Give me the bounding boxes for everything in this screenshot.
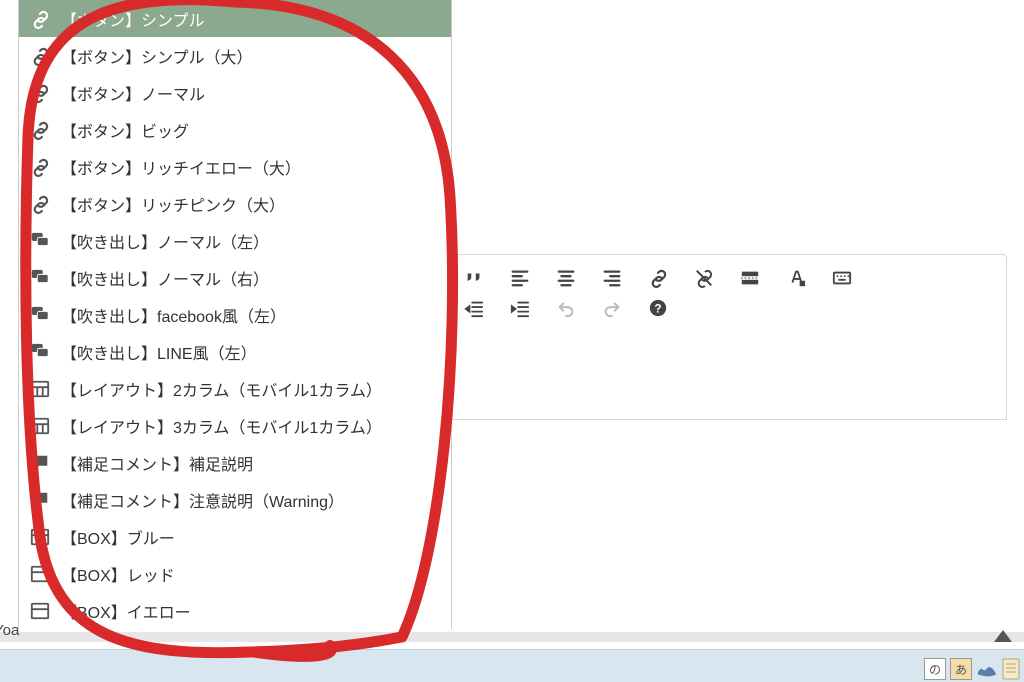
tray-birds-icon[interactable] bbox=[976, 659, 998, 679]
menu-item-13[interactable]: 【補足コメント】注意説明（Warning） bbox=[19, 481, 451, 518]
link-icon bbox=[29, 8, 51, 30]
menu-item-15[interactable]: 【BOX】レッド bbox=[19, 555, 451, 592]
link-icon bbox=[29, 156, 51, 178]
grid-icon bbox=[29, 415, 51, 437]
menu-item-label: 【ボタン】ノーマル bbox=[61, 81, 205, 105]
menu-item-0[interactable]: 【ボタン】シンプル bbox=[19, 0, 451, 37]
menu-item-label: 【吹き出し】ノーマル（右） bbox=[61, 266, 269, 290]
menu-item-4[interactable]: 【ボタン】リッチイエロー（大） bbox=[19, 148, 451, 185]
unlink-button[interactable] bbox=[693, 267, 715, 289]
menu-item-10[interactable]: 【レイアウト】2カラム（モバイル1カラム） bbox=[19, 370, 451, 407]
menu-item-1[interactable]: 【ボタン】シンプル（大） bbox=[19, 37, 451, 74]
text-color-button[interactable] bbox=[785, 267, 807, 289]
chat-icon bbox=[29, 230, 51, 252]
menu-item-14[interactable]: 【BOX】ブルー bbox=[19, 518, 451, 555]
menu-item-label: 【吹き出し】LINE風（左） bbox=[61, 340, 257, 364]
divider-strip bbox=[0, 632, 1024, 642]
system-tray: の あ bbox=[924, 658, 1020, 680]
help-button[interactable]: ? bbox=[647, 297, 669, 319]
menu-item-label: 【レイアウト】3カラム（モバイル1カラム） bbox=[61, 414, 382, 438]
chat-icon bbox=[29, 304, 51, 326]
taskbar: の あ bbox=[0, 649, 1024, 682]
link-icon bbox=[29, 82, 51, 104]
editor-toolbar: ? bbox=[452, 254, 1007, 332]
comment-icon bbox=[29, 489, 51, 511]
svg-text:?: ? bbox=[654, 302, 661, 316]
menu-item-9[interactable]: 【吹き出し】LINE風（左） bbox=[19, 333, 451, 370]
redo-button[interactable] bbox=[601, 297, 623, 319]
box-icon bbox=[29, 526, 51, 548]
menu-item-label: 【ボタン】シンプル bbox=[61, 7, 205, 31]
box-icon bbox=[29, 563, 51, 585]
menu-item-6[interactable]: 【吹き出し】ノーマル（左） bbox=[19, 222, 451, 259]
scroll-to-top-button[interactable] bbox=[994, 630, 1012, 642]
menu-item-label: 【BOX】レッド bbox=[61, 562, 175, 586]
chat-icon bbox=[29, 267, 51, 289]
align-left-button[interactable] bbox=[509, 267, 531, 289]
chat-icon bbox=[29, 341, 51, 363]
menu-item-label: 【補足コメント】補足説明 bbox=[61, 451, 253, 475]
tray-document-icon[interactable] bbox=[1002, 658, 1020, 680]
grid-icon bbox=[29, 378, 51, 400]
link-icon bbox=[29, 45, 51, 67]
menu-item-label: 【吹き出し】ノーマル（左） bbox=[61, 229, 269, 253]
link-icon bbox=[29, 119, 51, 141]
ime-mode-icon[interactable]: の bbox=[924, 658, 946, 680]
indent-button[interactable] bbox=[509, 297, 531, 319]
menu-item-label: 【BOX】イエロー bbox=[61, 599, 191, 623]
menu-item-label: 【BOX】ブルー bbox=[61, 525, 175, 549]
menu-item-label: 【吹き出し】facebook風（左） bbox=[61, 303, 286, 327]
box-icon bbox=[29, 600, 51, 622]
outdent-button[interactable] bbox=[463, 297, 485, 319]
read-more-button[interactable] bbox=[739, 267, 761, 289]
align-right-button[interactable] bbox=[601, 267, 623, 289]
menu-item-5[interactable]: 【ボタン】リッチピンク（大） bbox=[19, 185, 451, 222]
menu-item-2[interactable]: 【ボタン】ノーマル bbox=[19, 74, 451, 111]
editor-content-area[interactable] bbox=[452, 328, 1007, 420]
link-icon bbox=[29, 193, 51, 215]
align-center-button[interactable] bbox=[555, 267, 577, 289]
menu-item-label: 【補足コメント】注意説明（Warning） bbox=[61, 488, 344, 512]
ime-badge[interactable]: あ bbox=[950, 658, 972, 680]
menu-item-7[interactable]: 【吹き出し】ノーマル（右） bbox=[19, 259, 451, 296]
quote-button[interactable] bbox=[463, 267, 485, 289]
menu-item-3[interactable]: 【ボタン】ビッグ bbox=[19, 111, 451, 148]
menu-item-12[interactable]: 【補足コメント】補足説明 bbox=[19, 444, 451, 481]
keyboard-button[interactable] bbox=[831, 267, 853, 289]
comment-icon bbox=[29, 452, 51, 474]
menu-item-11[interactable]: 【レイアウト】3カラム（モバイル1カラム） bbox=[19, 407, 451, 444]
menu-item-label: 【ボタン】リッチピンク（大） bbox=[61, 192, 285, 216]
menu-item-label: 【ボタン】シンプル（大） bbox=[61, 44, 253, 68]
footer-left-label: Yoa bbox=[0, 622, 19, 639]
menu-item-label: 【レイアウト】2カラム（モバイル1カラム） bbox=[61, 377, 382, 401]
undo-button[interactable] bbox=[555, 297, 577, 319]
menu-item-8[interactable]: 【吹き出し】facebook風（左） bbox=[19, 296, 451, 333]
menu-item-label: 【ボタン】ビッグ bbox=[61, 118, 189, 142]
menu-item-16[interactable]: 【BOX】イエロー bbox=[19, 592, 451, 629]
link-button[interactable] bbox=[647, 267, 669, 289]
menu-item-label: 【ボタン】リッチイエロー（大） bbox=[61, 155, 301, 179]
style-dropdown: 【ボタン】シンプル【ボタン】シンプル（大） 【ボタン】ノーマル【ボタン】ビッグ【ボ… bbox=[18, 0, 452, 629]
